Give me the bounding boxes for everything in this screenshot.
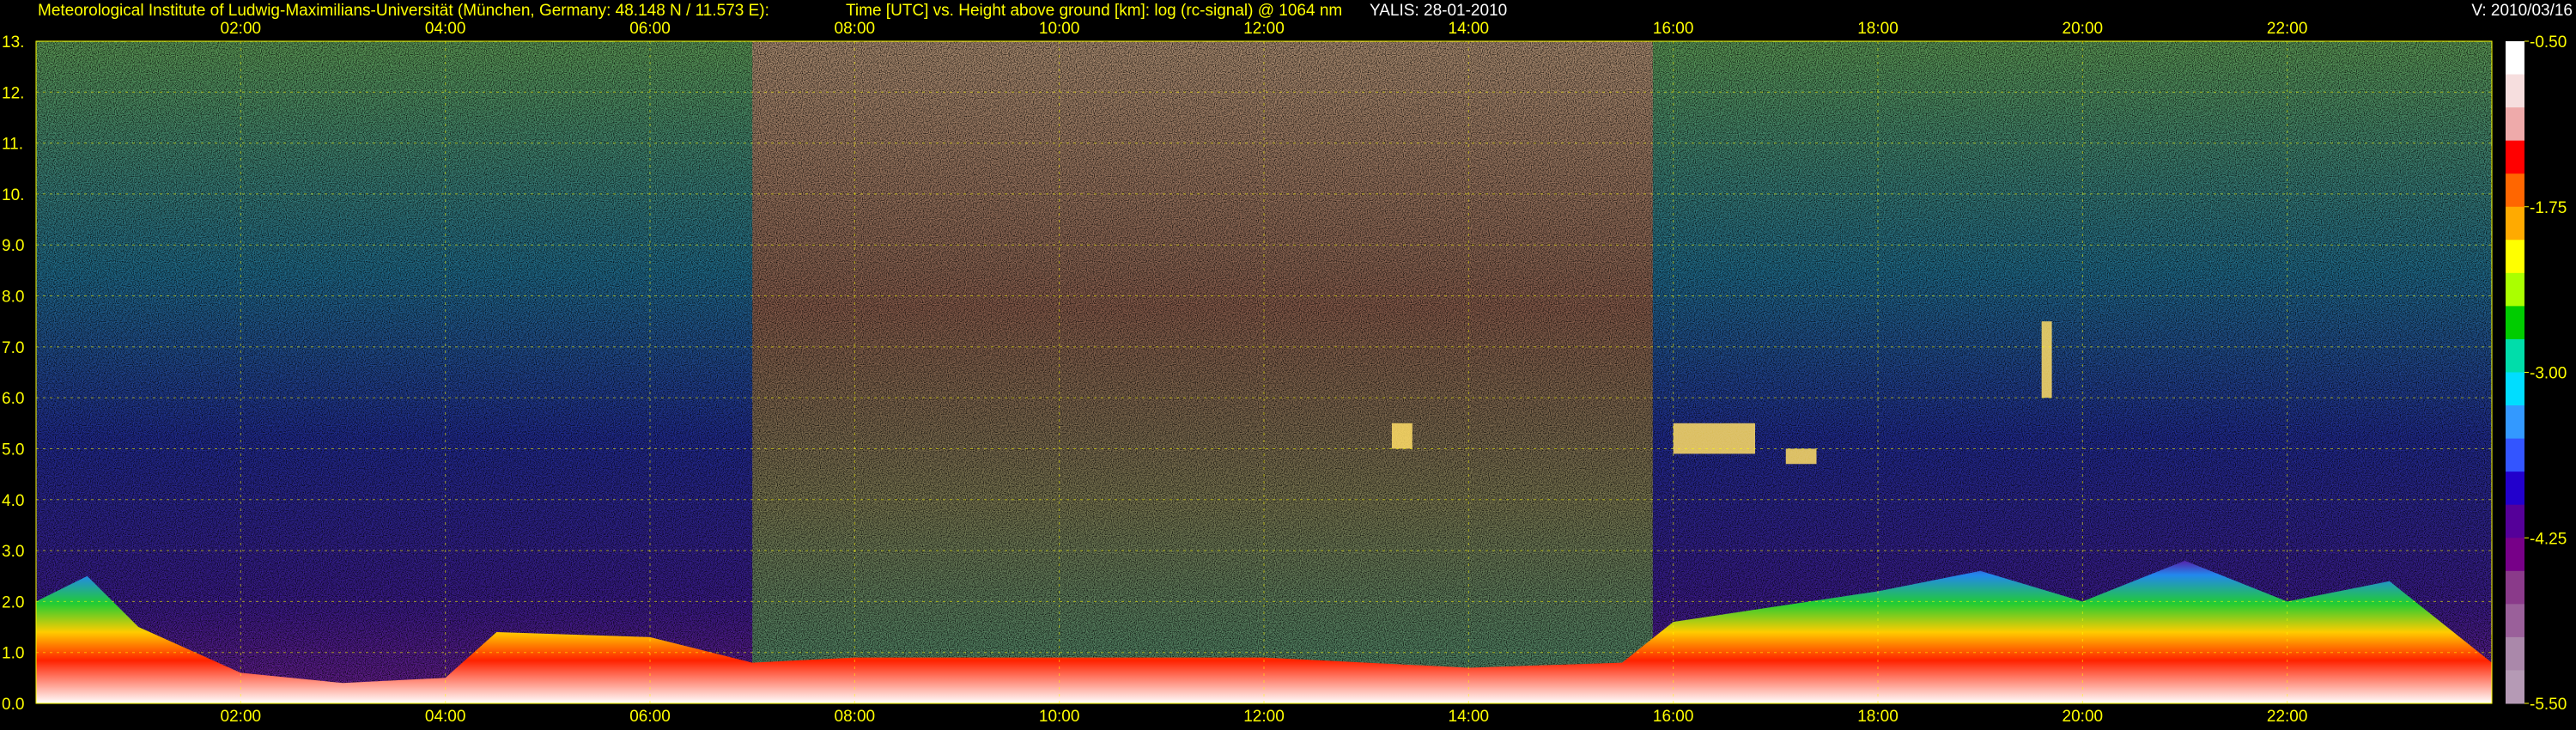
colorbar-swatch (2506, 240, 2524, 274)
colorbar-swatch (2506, 306, 2524, 340)
x-tick-label-top: 22:00 (2267, 20, 2308, 38)
colorbar-swatch (2506, 636, 2524, 671)
colorbar-swatch (2506, 206, 2524, 240)
x-tick-label-bottom: 06:00 (629, 708, 671, 726)
x-tick-label-top: 16:00 (1653, 20, 1694, 38)
cloud-patch (1673, 423, 1755, 454)
x-tick-label-top: 06:00 (629, 20, 671, 38)
x-axis-bottom: 02:00 04:00 06:00 08:00 10:00 12:00 14:00 16:00… (221, 708, 2308, 726)
x-tick-label-top: 04:00 (425, 20, 466, 38)
colorbar-swatch (2506, 670, 2524, 704)
y-tick-label: 9.0 (2, 237, 24, 255)
y-tick-label: 13. (2, 33, 24, 52)
y-tick-label: 5.0 (2, 441, 24, 459)
version-label: V: 2010/03/16 (2471, 2, 2573, 20)
y-tick-label: 1.0 (2, 645, 24, 663)
x-tick-label-bottom: 08:00 (835, 708, 876, 726)
colorbar-label: -3.00 (2530, 365, 2567, 383)
x-tick-label-top: 10:00 (1039, 20, 1080, 38)
y-tick-label: 8.0 (2, 289, 24, 307)
lidar-quicklook-chart: Meteorological Institute of Ludwig-Maxim… (2, 2, 2573, 726)
colorbar-swatch (2506, 173, 2524, 208)
y-tick-label: 7.0 (2, 339, 24, 357)
y-tick-label: 6.0 (2, 390, 24, 408)
x-tick-label-bottom: 04:00 (425, 708, 466, 726)
x-tick-label-bottom: 02:00 (221, 708, 262, 726)
colorbar-swatch (2506, 372, 2524, 406)
colorbar-swatch (2506, 140, 2524, 174)
y-tick-label: 4.0 (2, 492, 24, 510)
colorbar: -0.50 -1.75 -3.00 -4.25 -5.50 (2506, 33, 2567, 714)
instrument-date: YALIS: 28-01-2010 (1370, 2, 1507, 20)
colorbar-swatch (2506, 504, 2524, 538)
colorbar-swatch (2506, 74, 2524, 108)
y-axis: 0.0 1.0 2.0 3.0 4.0 5.0 6.0 7.0 8.0 9.0 10. 11. 12. 1… (2, 33, 24, 714)
colorbar-swatch (2506, 570, 2524, 605)
x-axis-top: 02:00 04:00 06:00 08:00 10:00 12:00 14:00 16:00… (221, 20, 2308, 38)
x-tick-label-bottom: 10:00 (1039, 708, 1080, 726)
plot-area (35, 40, 2493, 704)
cloud-patch (1391, 423, 1413, 449)
colorbar-label: -4.25 (2530, 530, 2567, 548)
y-tick-label: 2.0 (2, 593, 24, 611)
chart-title: Time [UTC] vs. Height above ground [km]:… (846, 2, 1342, 20)
colorbar-swatch (2506, 272, 2524, 307)
colorbar-swatch (2506, 438, 2524, 472)
colorbar-swatch (2506, 338, 2524, 373)
colorbar-swatch (2506, 405, 2524, 440)
colorbar-swatch (2506, 107, 2524, 142)
y-tick-label: 0.0 (2, 696, 24, 714)
colorbar-swatch (2506, 471, 2524, 506)
cloud-patch (2041, 321, 2052, 398)
x-tick-label-top: 20:00 (2063, 20, 2104, 38)
institute-title: Meteorological Institute of Ludwig-Maxim… (38, 2, 769, 20)
x-tick-label-top: 08:00 (835, 20, 876, 38)
colorbar-swatch (2506, 604, 2524, 638)
x-tick-label-bottom: 22:00 (2267, 708, 2308, 726)
x-tick-label-bottom: 14:00 (1449, 708, 1490, 726)
x-tick-label-bottom: 18:00 (1857, 708, 1899, 726)
y-tick-label: 10. (2, 186, 24, 204)
colorbar-label: -5.50 (2530, 696, 2567, 714)
y-tick-label: 3.0 (2, 543, 24, 561)
y-tick-label: 12. (2, 84, 24, 102)
x-tick-label-top: 14:00 (1449, 20, 1490, 38)
x-tick-label-top: 02:00 (221, 20, 262, 38)
x-tick-label-top: 18:00 (1857, 20, 1899, 38)
x-tick-label-top: 12:00 (1243, 20, 1285, 38)
x-tick-label-bottom: 20:00 (2063, 708, 2104, 726)
colorbar-swatch (2506, 538, 2524, 572)
x-tick-label-bottom: 16:00 (1653, 708, 1694, 726)
colorbar-label: -0.50 (2530, 33, 2567, 52)
colorbar-swatch (2506, 41, 2524, 76)
cloud-patch (1785, 448, 1817, 465)
x-tick-label-bottom: 12:00 (1243, 708, 1285, 726)
y-tick-label: 11. (2, 136, 23, 154)
colorbar-label: -1.75 (2530, 199, 2567, 217)
